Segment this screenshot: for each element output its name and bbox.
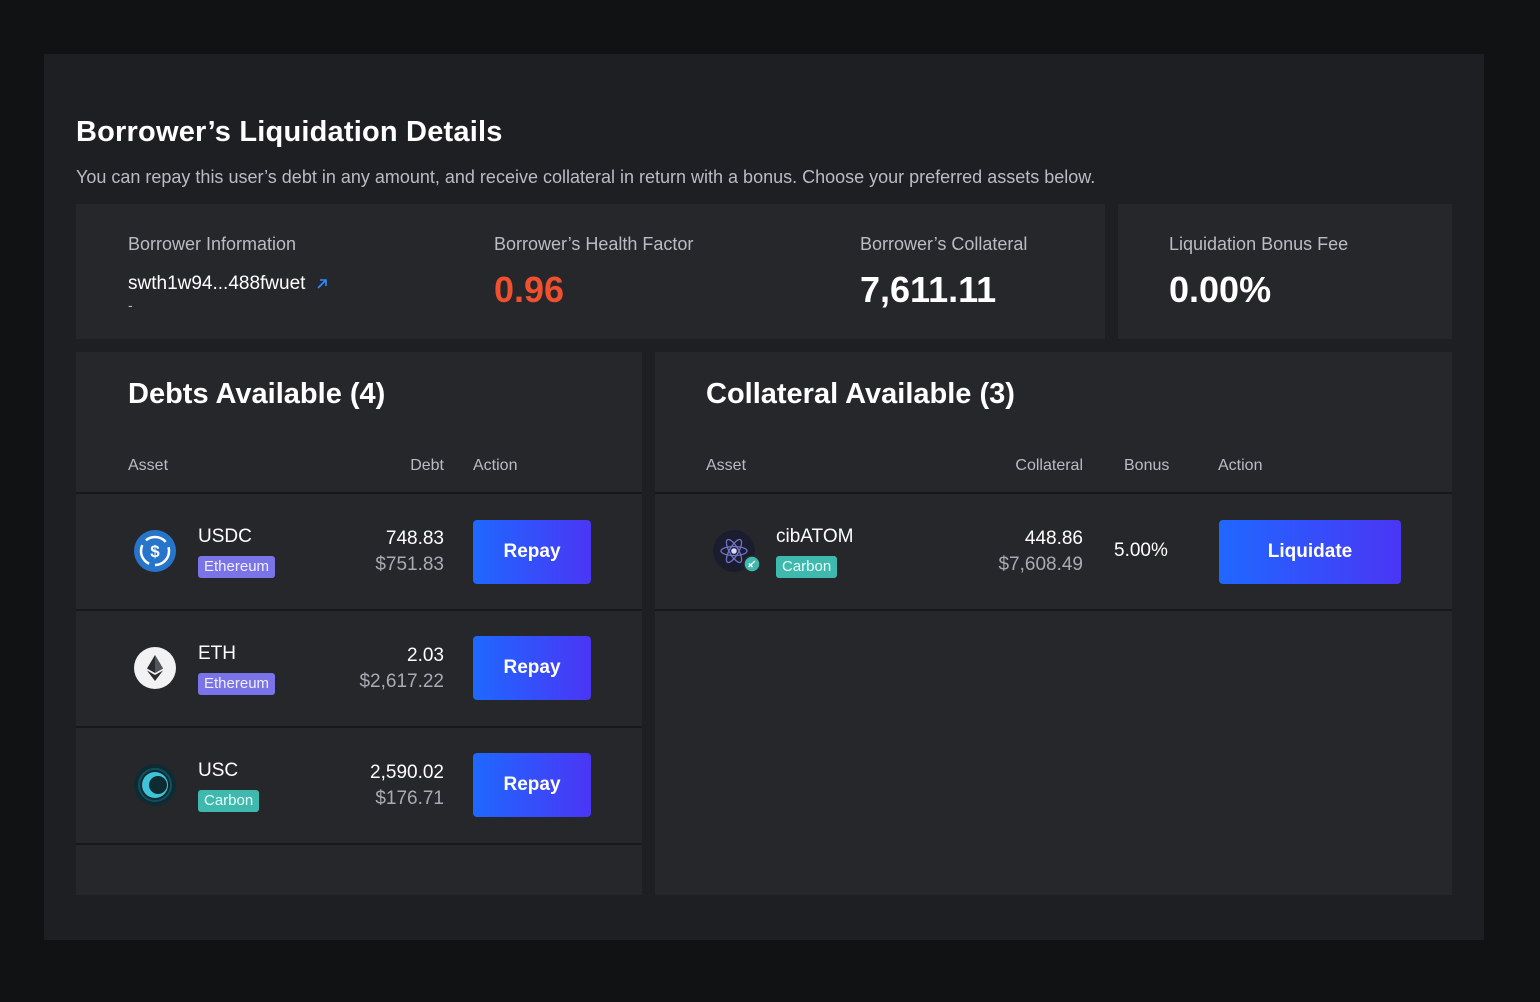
debts-card: Debts Available (4) Asset Debt Action $ … bbox=[76, 352, 642, 895]
debts-header-asset: Asset bbox=[128, 457, 169, 474]
repay-button[interactable]: Repay bbox=[473, 636, 591, 700]
collateral-header-collateral: Collateral bbox=[1015, 457, 1083, 474]
eth-icon bbox=[134, 647, 176, 689]
debt-amount-value: 748.83 bbox=[385, 528, 444, 549]
health-factor: Borrower’s Health Factor 0.96 bbox=[494, 234, 693, 311]
debt-row-usdc: $ USDC Ethereum 748.83 $751.83 Repay bbox=[76, 494, 642, 610]
debt-amount-usd: $751.83 bbox=[375, 554, 444, 575]
debt-amount-usd: $176.71 bbox=[375, 788, 444, 809]
debts-title: Debts Available (4) bbox=[128, 378, 386, 410]
external-link-icon[interactable] bbox=[315, 277, 329, 291]
borrower-collateral: Borrower’s Collateral 7,611.11 bbox=[860, 234, 1027, 311]
chain-badge: Carbon bbox=[776, 556, 838, 578]
collateral-card: Collateral Available (3) Asset Collatera… bbox=[655, 352, 1452, 895]
debt-row-eth: ETH Ethereum 2.03 $2,617.22 Repay bbox=[76, 611, 642, 727]
collateral-value: 7,611.11 bbox=[860, 269, 997, 310]
usdc-icon: $ bbox=[134, 530, 176, 572]
page-subtitle: You can repay this user’s debt in any am… bbox=[76, 167, 1096, 187]
asset-name: USDC bbox=[198, 526, 252, 547]
bonus-fee-card: Liquidation Bonus Fee 0.00% bbox=[1118, 204, 1452, 339]
debts-header-debt: Debt bbox=[410, 457, 444, 474]
borrower-address-link[interactable]: swth1w94...488fwuet bbox=[128, 273, 305, 295]
divider bbox=[76, 843, 642, 845]
cibatom-icon bbox=[713, 530, 761, 573]
collateral-row-cibatom: cibATOM Carbon 448.86 $7,608.49 5.00% Li… bbox=[655, 494, 1452, 610]
asset-name: cibATOM bbox=[776, 526, 854, 547]
collateral-amount: 448.86 $7,608.49 bbox=[998, 528, 1083, 576]
debt-amount: 748.83 $751.83 bbox=[375, 528, 444, 576]
debt-row-usc: USC Carbon 2,590.02 $176.71 Repay bbox=[76, 728, 642, 844]
usc-icon bbox=[134, 764, 176, 806]
asset-name: USC bbox=[198, 760, 239, 781]
debt-amount-usd: $2,617.22 bbox=[359, 671, 444, 692]
chain-badge: Carbon bbox=[198, 790, 260, 812]
debt-amount: 2,590.02 $176.71 bbox=[370, 762, 444, 810]
bonus-value: 5.00% bbox=[1114, 540, 1168, 561]
debts-header-action: Action bbox=[473, 457, 518, 474]
borrower-sub-text: - bbox=[128, 297, 133, 313]
divider bbox=[655, 609, 1452, 611]
debt-amount: 2.03 $2,617.22 bbox=[359, 645, 444, 693]
collateral-label: Borrower’s Collateral bbox=[860, 234, 1028, 254]
liquidate-button[interactable]: Liquidate bbox=[1219, 520, 1401, 584]
collateral-header-asset: Asset bbox=[706, 457, 747, 474]
health-factor-label: Borrower’s Health Factor bbox=[494, 234, 694, 254]
debt-amount-value: 2,590.02 bbox=[370, 762, 444, 783]
asset-name: ETH bbox=[198, 643, 236, 664]
page-title: Borrower’s Liquidation Details bbox=[76, 116, 503, 148]
collateral-header-action: Action bbox=[1218, 457, 1263, 474]
borrower-info-label: Borrower Information bbox=[128, 234, 297, 254]
svg-text:$: $ bbox=[150, 542, 160, 561]
bonus-fee-label: Liquidation Bonus Fee bbox=[1169, 234, 1349, 254]
chain-badge: Ethereum bbox=[198, 556, 276, 578]
debt-amount-value: 2.03 bbox=[407, 645, 444, 666]
collateral-header-bonus: Bonus bbox=[1124, 457, 1170, 474]
collateral-amount-usd: $7,608.49 bbox=[998, 554, 1083, 575]
borrower-info-card: Borrower Information swth1w94...488fwuet… bbox=[76, 204, 1105, 339]
bonus-fee-value: 0.00% bbox=[1169, 269, 1272, 310]
collateral-title: Collateral Available (3) bbox=[706, 378, 1015, 410]
repay-button[interactable]: Repay bbox=[473, 520, 591, 584]
collateral-amount-value: 448.86 bbox=[1024, 528, 1083, 549]
repay-button[interactable]: Repay bbox=[473, 753, 591, 817]
chain-badge: Ethereum bbox=[198, 673, 276, 695]
borrower-information: Borrower Information swth1w94...488fwuet… bbox=[128, 234, 329, 313]
health-factor-value: 0.96 bbox=[494, 269, 565, 310]
